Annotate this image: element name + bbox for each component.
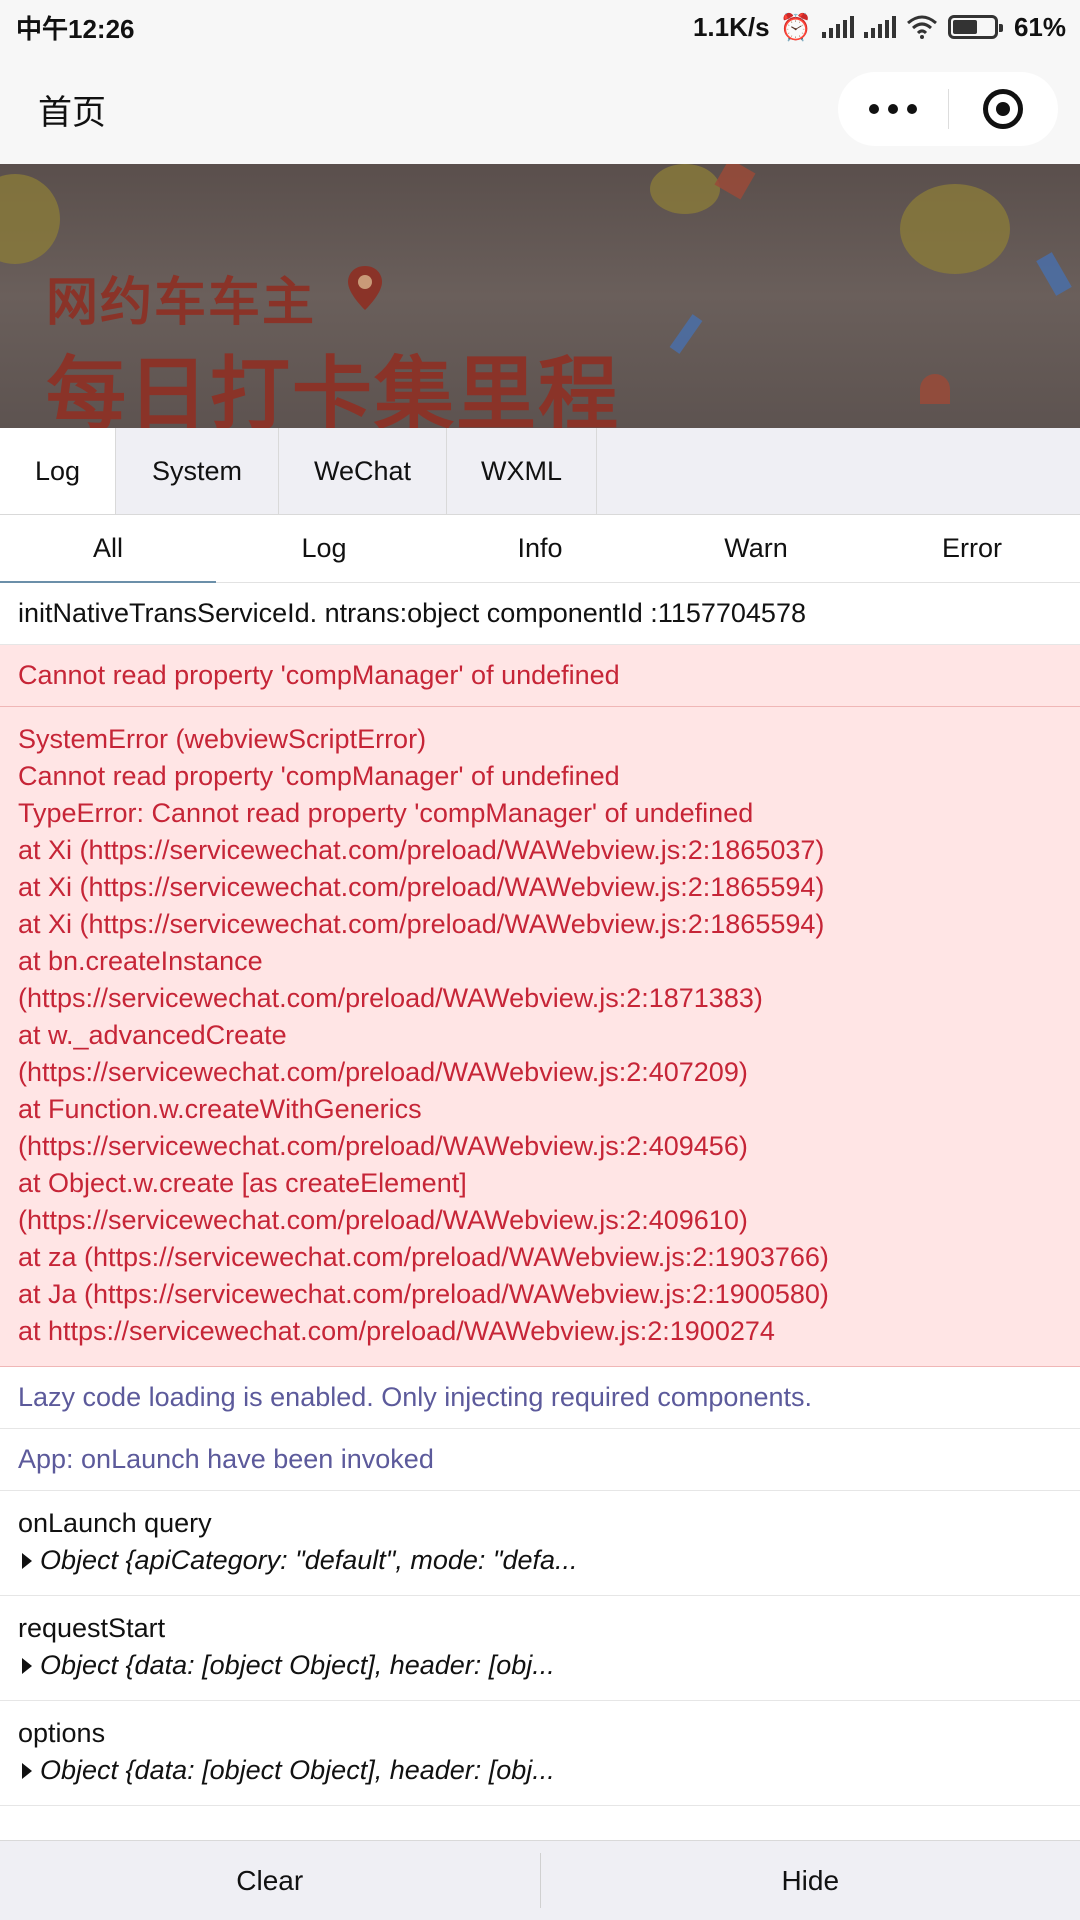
banner-headline: 网约车车主	[46, 273, 317, 333]
confetti-decoration	[1036, 252, 1072, 296]
page-title: 首页	[38, 93, 106, 132]
tab-wxml[interactable]: WXML	[447, 428, 597, 514]
hd-signal-icon	[863, 16, 896, 38]
log-line: (https://servicewechat.com/preload/WAWeb…	[18, 1205, 748, 1235]
filter-tab-error[interactable]: Error	[864, 515, 1080, 582]
log-line: at Xi (https://servicewechat.com/preload…	[18, 835, 825, 865]
confetti-decoration	[714, 164, 756, 200]
console-footer: Clear Hide	[0, 1840, 1080, 1920]
mini-program-capsule	[838, 72, 1058, 146]
tab-system[interactable]: System	[116, 428, 279, 514]
log-entry-log: onLaunch query Object {apiCategory: "defa…	[0, 1491, 1080, 1596]
log-entry-error: Cannot read property 'compManager' of un…	[0, 645, 1080, 707]
confetti-decoration	[669, 314, 703, 354]
balloon-decoration	[920, 374, 950, 404]
object-preview: Object {apiCategory: "default", mode: "d…	[40, 1545, 578, 1575]
wifi-icon	[906, 15, 937, 39]
more-dots-icon[interactable]	[838, 104, 948, 114]
log-line: options	[18, 1718, 106, 1748]
battery-percent: 61%	[1013, 11, 1066, 42]
location-pin-icon	[348, 266, 382, 310]
log-line: at bn.createInstance	[18, 946, 263, 976]
log-line: Cannot read property 'compManager' of un…	[18, 761, 620, 791]
console-filter-tabs: All Log Info Warn Error	[0, 515, 1080, 583]
coin-decoration	[650, 164, 720, 214]
log-line: initNativeTransServiceId. ntrans:object …	[18, 598, 806, 628]
expand-triangle-icon[interactable]	[22, 1552, 32, 1569]
log-line: Lazy code loading is enabled. Only injec…	[18, 1382, 812, 1412]
console-main-tabs: Log System WeChat WXML	[0, 428, 1080, 515]
filter-tab-log[interactable]: Log	[216, 515, 432, 582]
log-line: at Ja (https://servicewechat.com/preload…	[18, 1279, 829, 1309]
log-line: Cannot read property 'compManager' of un…	[18, 660, 620, 690]
log-line: at Xi (https://servicewechat.com/preload…	[18, 909, 825, 939]
log-entry-info: Lazy code loading is enabled. Only injec…	[0, 1367, 1080, 1429]
object-preview: Object {data: [object Object], header: […	[40, 1650, 555, 1680]
log-line: (https://servicewechat.com/preload/WAWeb…	[18, 983, 763, 1013]
log-line: SystemError (webviewScriptError)	[18, 724, 427, 754]
net-speed: 1.1K/s	[692, 11, 770, 42]
coin-decoration	[0, 174, 60, 264]
log-list[interactable]: initNativeTransServiceId. ntrans:object …	[0, 583, 1080, 1841]
banner-subheadline: 每日打卡集里程	[46, 348, 620, 428]
log-line: App: onLaunch have been invoked	[18, 1444, 434, 1474]
coin-decoration	[900, 184, 1010, 274]
log-line: (https://servicewechat.com/preload/WAWeb…	[18, 1057, 748, 1087]
object-preview: Object {data: [object Object], header: […	[40, 1755, 555, 1785]
status-bar: 中午12:26 1.1K/s ⏰ 61%	[0, 0, 1080, 54]
expand-triangle-icon[interactable]	[22, 1657, 32, 1674]
log-line: at w._advancedCreate	[18, 1020, 287, 1050]
tab-log[interactable]: Log	[0, 428, 116, 514]
promo-banner[interactable]: 网约车车主 每日打卡集里程	[0, 164, 1080, 428]
filter-tab-warn[interactable]: Warn	[648, 515, 864, 582]
log-line: (https://servicewechat.com/preload/WAWeb…	[18, 1131, 748, 1161]
expandable-object[interactable]: Object {data: [object Object], header: […	[18, 1752, 1062, 1789]
clear-button[interactable]: Clear	[0, 1841, 540, 1920]
log-entry-log: requestStart Object {data: [object Object…	[0, 1596, 1080, 1701]
tab-wechat[interactable]: WeChat	[279, 428, 447, 514]
log-line: requestStart	[18, 1613, 166, 1643]
log-line: TypeError: Cannot read property 'compMan…	[18, 798, 754, 828]
log-line: at Function.w.createWithGenerics	[18, 1094, 422, 1124]
log-entry-log: initNativeTransServiceId. ntrans:object …	[0, 583, 1080, 645]
filter-tab-all[interactable]: All	[0, 515, 216, 583]
hide-button[interactable]: Hide	[541, 1841, 1080, 1920]
status-icons: 1.1K/s ⏰ 61%	[693, 12, 1066, 43]
log-entry-log: options Object {data: [object Object], he…	[0, 1701, 1080, 1806]
vconsole-panel: Log System WeChat WXML All Log Info Warn…	[0, 428, 1080, 1920]
log-line: at https://servicewechat.com/preload/WAW…	[18, 1316, 775, 1346]
log-line: at za (https://servicewechat.com/preload…	[18, 1242, 829, 1272]
log-line: at Xi (https://servicewechat.com/preload…	[18, 872, 825, 902]
alarm-icon: ⏰	[779, 12, 812, 42]
expandable-object[interactable]: Object {apiCategory: "default", mode: "d…	[18, 1542, 1062, 1579]
filter-tab-info[interactable]: Info	[432, 515, 648, 582]
log-line: at Object.w.create [as createElement]	[18, 1168, 467, 1198]
target-circle-icon[interactable]	[949, 89, 1059, 129]
log-entry-info: App: onLaunch have been invoked	[0, 1429, 1080, 1491]
battery-icon	[947, 15, 1003, 39]
status-time: 中午12:26	[16, 13, 135, 44]
log-entry-error: SystemError (webviewScriptError) Cannot r…	[0, 707, 1080, 1367]
expandable-object[interactable]: Object {data: [object Object], header: […	[18, 1647, 1062, 1684]
expand-triangle-icon[interactable]	[22, 1762, 32, 1779]
signal-icon	[821, 16, 854, 38]
nav-bar: 首页	[0, 54, 1080, 164]
log-line: onLaunch query	[18, 1508, 212, 1538]
